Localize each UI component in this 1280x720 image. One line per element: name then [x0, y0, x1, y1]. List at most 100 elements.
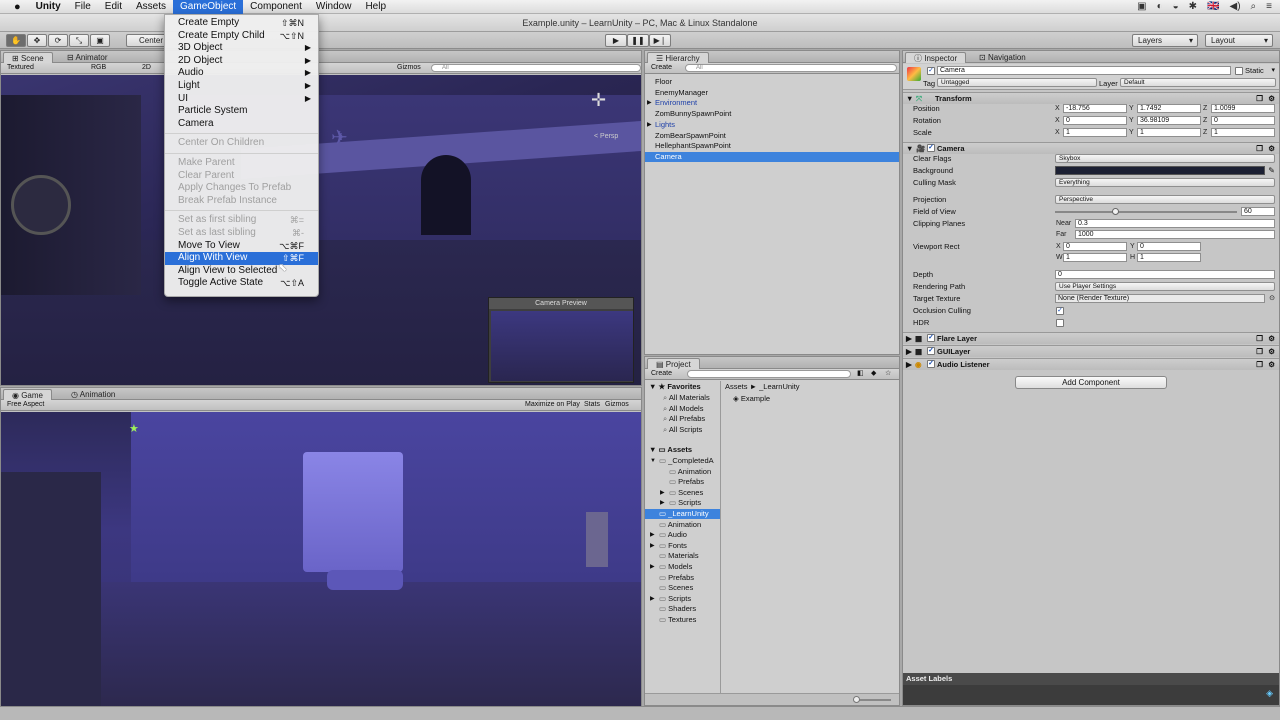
fov-slider-track[interactable] — [1055, 211, 1237, 213]
status-circle-icon[interactable]: ◐ — [1157, 1, 1163, 12]
gizmos-dropdown[interactable]: Gizmos — [397, 63, 421, 73]
asset-folder-item[interactable]: ▭ Prefabs — [645, 477, 720, 487]
menu-gameobject[interactable]: GameObject — [173, 0, 244, 14]
rect-tool-icon[interactable]: ▣ — [90, 34, 110, 47]
camera-enabled-checkbox[interactable]: ✓ — [927, 144, 935, 152]
depth-field[interactable]: 0 — [1055, 270, 1275, 279]
menu-component[interactable]: Component — [243, 0, 309, 14]
game-gizmos-dropdown[interactable]: Gizmos — [605, 400, 629, 410]
tag-dropdown[interactable]: Untagged — [937, 78, 1097, 87]
settings-gear-icon[interactable]: ⚙ — [1268, 359, 1275, 370]
menu-item-particle-system[interactable]: Particle System — [165, 105, 318, 118]
scene-search-input[interactable]: All — [431, 64, 641, 72]
far-clip-field[interactable]: 1000 — [1075, 230, 1275, 239]
target-texture-field[interactable]: None (Render Texture) — [1055, 294, 1265, 303]
fov-value-field[interactable]: 60 — [1241, 207, 1275, 216]
apple-menu-icon[interactable]: ● — [0, 0, 29, 14]
object-name-field[interactable]: Camera — [937, 66, 1231, 75]
hierarchy-item[interactable]: ▶ Lights — [645, 120, 899, 130]
pivot-center-toggle[interactable]: Center — [126, 34, 166, 47]
menu-item-light[interactable]: Light ▶ — [165, 80, 318, 93]
hierarchy-item[interactable]: EnemyManager — [645, 88, 899, 98]
asset-folder-item[interactable]: ▼ ▭ _CompletedA — [645, 456, 720, 466]
position-z-field[interactable]: 1.0099 — [1211, 104, 1275, 113]
position-x-field[interactable]: -18.756 — [1063, 104, 1127, 113]
filter-label-icon[interactable]: ◆ — [871, 369, 876, 379]
stats-toggle[interactable]: Stats — [584, 400, 600, 410]
active-checkbox[interactable]: ✓ — [927, 67, 935, 75]
hierarchy-item[interactable]: ZomBunnySpawnPoint — [645, 109, 899, 119]
rotate-tool-icon[interactable]: ⟳ — [48, 34, 68, 47]
tab-game[interactable]: ◉ Game — [3, 389, 52, 400]
hierarchy-item[interactable]: ▶ Environment — [645, 98, 899, 108]
tab-scene[interactable]: ⊞ Scene — [3, 52, 53, 63]
assets-header[interactable]: ▼ ▭ Assets — [645, 445, 720, 455]
project-search-input[interactable] — [687, 370, 851, 378]
2d-toggle[interactable]: 2D — [142, 63, 151, 73]
foldout-arrow-icon[interactable]: ▶ — [650, 541, 655, 551]
guilayer-checkbox[interactable]: ✓ — [927, 347, 935, 355]
layout-dropdown[interactable]: Layout ▾ — [1205, 34, 1273, 47]
eyedropper-icon[interactable]: ✎ — [1268, 165, 1275, 177]
input-source-flag-icon[interactable]: 🇬🇧 — [1207, 1, 1219, 12]
menu-item-create-empty-child[interactable]: Create Empty Child ⌥⇧N — [165, 30, 318, 43]
position-y-field[interactable]: 1.7492 — [1137, 104, 1201, 113]
volume-icon[interactable]: ◀) — [1230, 1, 1241, 12]
asset-folder-item[interactable]: ▶ ▭ Scripts — [645, 594, 720, 604]
foldout-arrow-icon[interactable]: ▶ — [906, 346, 912, 357]
asset-item-example[interactable]: ◈ Example — [733, 394, 770, 403]
rotation-y-field[interactable]: 36.98109 — [1137, 116, 1201, 125]
asset-folder-item[interactable]: ▶ ▭ Scenes — [645, 488, 720, 498]
spotlight-search-icon[interactable]: ⌕ — [1251, 1, 1257, 12]
occlusion-culling-checkbox[interactable]: ✓ — [1056, 307, 1064, 315]
foldout-arrow-icon[interactable]: ▶ — [660, 498, 665, 508]
foldout-arrow-icon[interactable]: ▶ — [647, 98, 652, 108]
layer-dropdown[interactable]: Default — [1120, 78, 1276, 87]
move-tool-icon[interactable]: ✥ — [27, 34, 47, 47]
clear-flags-dropdown[interactable]: Skybox — [1055, 154, 1275, 163]
asset-folder-item[interactable]: ▭ Prefabs — [645, 573, 720, 583]
hierarchy-item[interactable]: HellephantSpawnPoint — [645, 141, 899, 151]
notification-center-icon[interactable]: ≡ — [1266, 1, 1272, 12]
shading-mode-dropdown[interactable]: Textured — [7, 63, 34, 73]
help-book-icon[interactable]: ❐ — [1256, 346, 1263, 357]
guilayer-header[interactable]: ▶ ▦ ✓ GUILayer ❐ ⚙ — [903, 345, 1279, 357]
help-book-icon[interactable]: ❐ — [1256, 333, 1263, 344]
flare-layer-header[interactable]: ▶ ▦ ✓ Flare Layer ❐ ⚙ — [903, 332, 1279, 344]
menu-item-move-to-view[interactable]: Move To View ⌥⌘F — [165, 240, 318, 253]
hand-tool-icon[interactable]: ✋ — [6, 34, 26, 47]
asset-folder-item[interactable]: ▭ Shaders — [645, 604, 720, 614]
foldout-arrow-icon[interactable]: ▶ — [647, 120, 652, 130]
menu-item-create-empty[interactable]: Create Empty ⇧⌘N — [165, 17, 318, 30]
add-component-button[interactable]: Add Component — [1015, 376, 1167, 389]
menu-item-align-view-to-selected[interactable]: Align View to Selected — [165, 265, 318, 278]
asset-label-tag-icon[interactable]: ◈ — [1266, 688, 1273, 699]
tab-inspector[interactable]: ⓘ Inspector — [905, 52, 967, 63]
asset-folder-item[interactable]: ▭ Scenes — [645, 583, 720, 593]
asset-folder-item[interactable]: ▶ ▭ Audio — [645, 530, 720, 540]
foldout-arrow-icon[interactable]: ▶ — [650, 530, 655, 540]
asset-folder-item[interactable]: ▭ Animation — [645, 520, 720, 530]
tab-animator[interactable]: ⊟ Animator — [59, 52, 116, 63]
hierarchy-search-input[interactable]: All — [685, 64, 897, 72]
menu-file[interactable]: File — [68, 0, 98, 14]
favorite-star-icon[interactable]: ☆ — [885, 369, 891, 379]
render-mode-dropdown[interactable]: RGB — [91, 63, 106, 73]
rotation-z-field[interactable]: 0 — [1211, 116, 1275, 125]
scene-orientation-gizmo[interactable]: ✛ — [591, 90, 606, 111]
app-menu[interactable]: Unity — [29, 0, 68, 14]
hierarchy-item[interactable]: ZomBearSpawnPoint — [645, 131, 899, 141]
layers-dropdown[interactable]: Layers ▾ — [1132, 34, 1198, 47]
aspect-dropdown[interactable]: Free Aspect — [7, 400, 44, 410]
flare-layer-checkbox[interactable]: ✓ — [927, 334, 935, 342]
pause-button[interactable]: ❚❚ — [627, 34, 649, 47]
audio-listener-checkbox[interactable]: ✓ — [927, 360, 935, 368]
play-button[interactable]: ▶ — [605, 34, 627, 47]
near-clip-field[interactable]: 0.3 — [1075, 219, 1275, 228]
asset-folder-item[interactable]: ▭ _LearnUnity — [645, 509, 720, 519]
projection-dropdown[interactable]: Perspective — [1055, 195, 1275, 204]
asset-folder-item[interactable]: ▭ Animation — [645, 467, 720, 477]
screen-record-icon[interactable]: ▣ — [1137, 1, 1146, 12]
help-book-icon[interactable]: ❐ — [1256, 359, 1263, 370]
tab-hierarchy[interactable]: ☰ Hierarchy — [647, 52, 709, 63]
